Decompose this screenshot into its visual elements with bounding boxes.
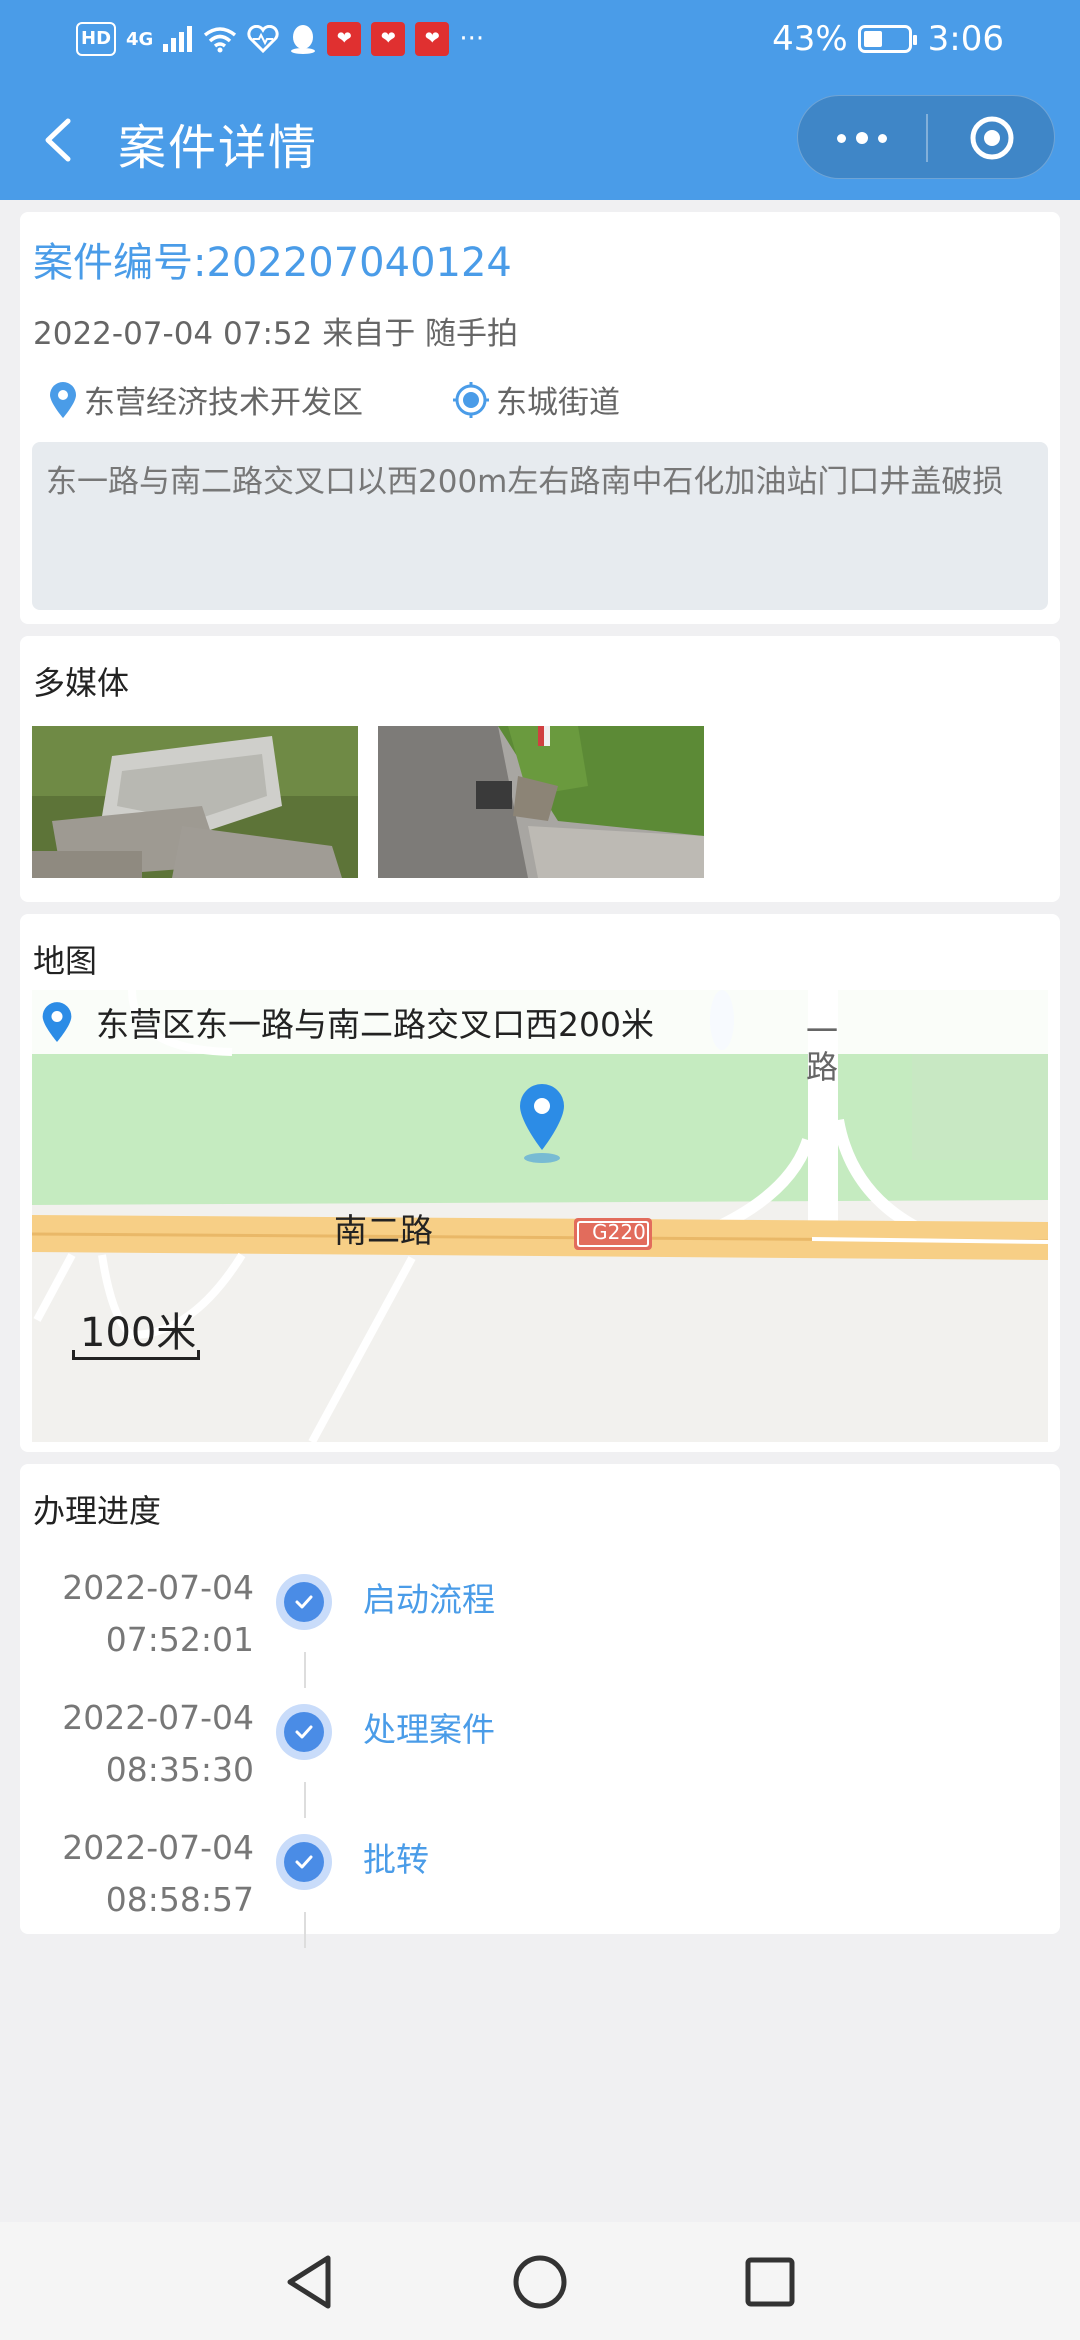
timeline-step: 2022-07-04 08:58:57 批转	[20, 1822, 1060, 1952]
step-time: 08:58:57	[105, 1880, 254, 1919]
media-card: 多媒体	[20, 636, 1060, 902]
check-circle-icon	[276, 1834, 332, 1890]
nav-home-icon[interactable]	[510, 2252, 570, 2312]
network-label: 4G	[126, 28, 154, 50]
map-address: 东营区东一路与南二路交叉口西200米	[96, 1005, 654, 1044]
timeline-step: 2022-07-04 07:52:01 启动流程	[20, 1562, 1060, 1692]
status-bar-right: 43% 3:06	[772, 14, 1004, 64]
health-heart-icon	[247, 25, 279, 53]
map-pin-icon	[42, 1002, 72, 1042]
check-circle-icon	[276, 1704, 332, 1760]
location-target-icon	[453, 381, 489, 418]
case-meta: 2022-07-04 07:52 来自于 随手拍	[33, 316, 519, 352]
case-info-card: 案件编号:202207040124 2022-07-04 07:52 来自于 随…	[20, 212, 1060, 624]
step-label: 启动流程	[363, 1580, 495, 1619]
qq-icon	[291, 25, 316, 54]
step-datetime: 2022-07-04 08:58:57	[62, 1822, 254, 1926]
system-navigation-bar	[0, 2222, 1080, 2340]
step-time: 08:35:30	[105, 1750, 254, 1789]
nav-back-icon[interactable]	[282, 2252, 338, 2312]
close-miniprogram-icon[interactable]	[968, 114, 1016, 162]
road-label-vertical: 路	[806, 1048, 839, 1086]
back-arrow-icon[interactable]	[36, 105, 86, 175]
street-tag: 东城街道	[452, 377, 620, 422]
step-time: 07:52:01	[105, 1620, 254, 1659]
status-bar-left: HD 4G ❤ ❤ ❤ ···	[76, 14, 484, 64]
progress-section-title: 办理进度	[33, 1492, 162, 1530]
battery-icon	[857, 25, 917, 53]
step-date: 2022-07-04	[62, 1698, 254, 1737]
street-label: 东城街道	[496, 385, 620, 421]
more-notifications-icon: ···	[459, 24, 485, 54]
timeline-connector	[304, 1782, 306, 1818]
timeline-step: 2022-07-04 08:35:30 处理案件	[20, 1692, 1060, 1822]
road-label: 南二路	[334, 1211, 433, 1250]
more-menu-icon[interactable]	[826, 116, 898, 160]
progress-card: 办理进度 2022-07-04 07:52:01 启动流程 2022-07-04…	[20, 1464, 1060, 1948]
district-tag: 东营经济技术开发区	[48, 377, 363, 422]
location-map[interactable]: 东营区东一路与南二路交叉口西200米 南二路 G220 一 路 100米	[32, 990, 1048, 1442]
wifi-icon	[204, 27, 237, 53]
map-section-title: 地图	[33, 942, 98, 980]
location-pin-icon	[50, 381, 76, 418]
page-title: 案件详情	[118, 120, 319, 176]
step-datetime: 2022-07-04 07:52:01	[62, 1562, 254, 1666]
clock: 3:06	[927, 19, 1004, 59]
miniprogram-capsule	[797, 95, 1055, 179]
media-section-title: 多媒体	[33, 664, 130, 702]
map-scale-bar	[72, 1350, 200, 1360]
media-photo-1[interactable]	[32, 726, 358, 878]
app-notification-icon: ❤	[415, 22, 450, 56]
battery-percent: 43%	[772, 19, 848, 59]
case-description: 东一路与南二路交叉口以西200m左右路南中石化加油站门口井盖破损	[32, 442, 1048, 610]
app-notification-icon: ❤	[327, 22, 362, 56]
case-number: 案件编号:202207040124	[33, 240, 512, 286]
timeline-connector	[304, 1912, 306, 1948]
capsule-divider	[926, 114, 928, 162]
step-datetime: 2022-07-04 08:35:30	[62, 1692, 254, 1796]
highway-shield: G220	[592, 1220, 646, 1244]
step-label: 批转	[363, 1840, 429, 1879]
media-photo-2[interactable]	[378, 726, 704, 878]
nav-recents-icon[interactable]	[742, 2252, 798, 2312]
map-address-bar: 东营区东一路与南二路交叉口西200米	[32, 990, 1048, 1054]
step-date: 2022-07-04	[62, 1828, 254, 1867]
map-card: 地图 东营区东一路与南二路交叉口西200米 南二路 G220 一 路 100米	[20, 914, 1060, 1452]
district-label: 东营经济技术开发区	[84, 385, 363, 421]
check-circle-icon	[276, 1574, 332, 1630]
step-label: 处理案件	[363, 1710, 495, 1749]
app-header: HD 4G ❤ ❤ ❤ ··· 43% 3:06 案件详情	[0, 0, 1080, 200]
timeline-connector	[304, 1652, 306, 1688]
signal-icon	[163, 26, 193, 52]
app-notification-icon: ❤	[371, 22, 406, 56]
hd-badge: HD	[76, 22, 117, 56]
step-date: 2022-07-04	[62, 1568, 254, 1607]
